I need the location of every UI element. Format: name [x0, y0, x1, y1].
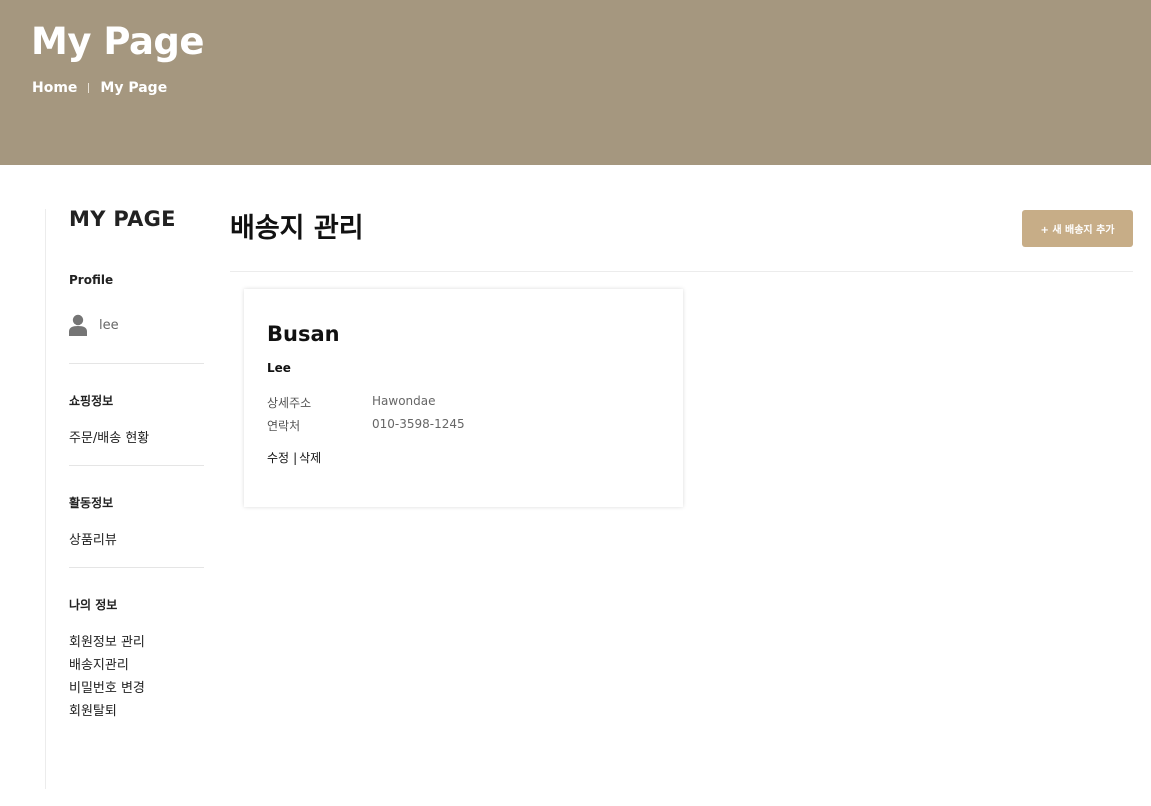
address-detail-value: Hawondae — [372, 394, 436, 408]
sidebar-links-my-info: 회원정보 관리 배송지관리 비밀번호 변경 회원탈퇴 — [69, 631, 204, 723]
add-address-button[interactable]: + 새 배송지 추가 — [1022, 210, 1133, 247]
sidebar-link-withdraw[interactable]: 회원탈퇴 — [69, 700, 204, 723]
address-detail-label: 상세주소 — [267, 396, 312, 410]
address-phone-label: 연락처 — [267, 419, 301, 433]
page-title: My Page — [31, 20, 205, 63]
page-header-banner: My Page Home My Page — [0, 0, 1151, 165]
sidebar-link-order-status[interactable]: 주문/배송 현황 — [69, 427, 204, 450]
address-phone-row: 연락처 010-3598-1245 — [267, 417, 465, 434]
section-title: 배송지 관리 — [230, 213, 364, 244]
sidebar-link-member-info[interactable]: 회원정보 관리 — [69, 631, 204, 654]
address-phone-value: 010-3598-1245 — [372, 417, 465, 431]
address-actions: 수정 | 삭제 — [267, 449, 321, 466]
profile-row: lee — [69, 314, 204, 336]
sidebar-border — [45, 209, 46, 789]
address-card: Busan Lee 상세주소 Hawondae 연락처 010-3598-124… — [244, 289, 683, 507]
profile-username: lee — [99, 317, 119, 333]
profile-heading: Profile — [69, 273, 114, 287]
sidebar-link-address-management[interactable]: 배송지관리 — [69, 654, 204, 677]
breadcrumb-separator — [88, 83, 90, 93]
breadcrumb-home-link[interactable]: Home — [32, 80, 77, 96]
sidebar-section-heading-my-info: 나의 정보 — [69, 598, 118, 612]
sidebar-section-heading-shopping: 쇼핑정보 — [69, 394, 114, 408]
sidebar-links-shopping: 주문/배송 현황 — [69, 427, 204, 450]
user-icon — [69, 314, 87, 336]
sidebar-links-activity: 상품리뷰 — [69, 529, 204, 552]
breadcrumb: Home My Page — [32, 80, 167, 96]
breadcrumb-current[interactable]: My Page — [100, 80, 167, 96]
sidebar-divider — [69, 465, 204, 466]
address-detail-row: 상세주소 Hawondae — [267, 394, 436, 411]
sidebar-section-heading-activity: 활동정보 — [69, 496, 114, 510]
sidebar-link-change-password[interactable]: 비밀번호 변경 — [69, 677, 204, 700]
sidebar: MY PAGE Profile lee 쇼핑정보 주문/배송 현황 활동정보 상… — [69, 207, 204, 723]
sidebar-divider — [69, 567, 204, 568]
sidebar-divider — [69, 363, 204, 364]
sidebar-link-product-review[interactable]: 상품리뷰 — [69, 529, 204, 552]
edit-address-link[interactable]: 수정 — [267, 449, 289, 466]
delete-address-link[interactable]: 삭제 — [299, 449, 321, 466]
sidebar-title: MY PAGE — [69, 207, 176, 231]
action-separator: | — [293, 450, 298, 465]
address-city: Busan — [267, 322, 340, 346]
section-divider — [230, 271, 1133, 272]
address-recipient-name: Lee — [267, 361, 291, 375]
